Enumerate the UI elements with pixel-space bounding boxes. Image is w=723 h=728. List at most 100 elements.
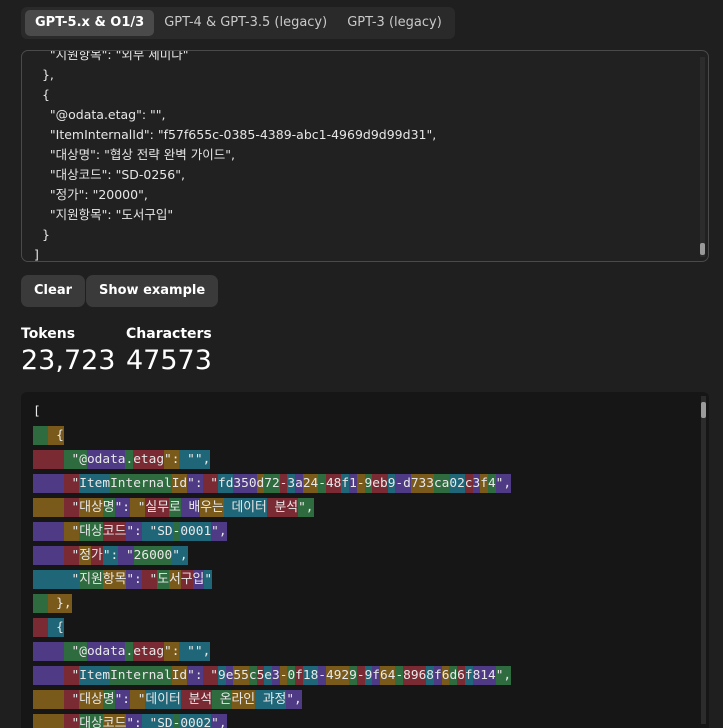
token: 3 [287,474,296,493]
token: - [318,666,327,685]
token: c [248,666,257,685]
token: "@ [63,450,87,469]
token: . [125,642,134,661]
token [33,522,64,541]
token: 9 [364,666,373,685]
token: "", [179,450,211,469]
token: 733 [410,474,434,493]
token: " [118,546,134,565]
token: . [125,450,134,469]
token: 492 [326,666,350,685]
input-scrollbar[interactable] [700,57,705,257]
token [33,618,49,637]
token: odata [86,450,126,469]
token: ", [211,522,227,541]
token [33,642,64,661]
token: fd [217,474,234,493]
token: }, [48,594,72,613]
token: { [48,618,64,637]
token: 정 [79,546,92,565]
token: SD [157,522,173,541]
clear-button[interactable]: Clear [21,275,85,307]
input-text[interactable]: "지원항목": "외부 세미나" }, { "@odata.etag": "",… [34,51,436,261]
token-line: "ItemInternalId": "fd350d72-3a24-48f1-9e… [33,474,512,494]
input-scrollbar-thumb[interactable] [700,243,705,255]
token: " [63,570,80,589]
tokenized-output: [ { "@odata.etag": "", "ItemInternalId":… [21,392,709,728]
token: SD [157,714,173,728]
token: ": [126,522,142,541]
show-example-button[interactable]: Show example [86,275,219,307]
token: " [130,690,146,709]
token: ", [495,474,512,493]
token: a [295,474,303,493]
token: ": [187,666,203,685]
token: 8 [426,666,434,685]
tokenizer-tabs: GPT-5.x & O1/3 GPT-4 & GPT-3.5 (legacy) … [21,7,455,39]
output-scrollbar[interactable] [701,396,706,724]
token: 지원 [79,570,103,589]
token: 18 [302,666,319,685]
token: ", [211,714,227,728]
token-line: "정가": "26000", [33,546,188,566]
output-scrollbar-thumb[interactable] [701,402,706,418]
token: ": [102,546,119,565]
token: c [464,474,473,493]
token: 우는 [200,498,224,517]
token-line: "대상코드": "SD-0001", [33,522,227,542]
token: " [63,690,80,709]
token: ": [126,570,142,589]
token: 9 [349,666,357,685]
token: 72 [264,474,280,493]
token: f [295,666,303,685]
token: 코드 [102,714,127,728]
token: 48 [325,474,342,493]
token: 3 [272,666,280,685]
token: 분석 [266,498,299,517]
token [33,666,64,685]
token-line: "ItemInternalId": "9e55c5e3-0f18-4929-9f… [33,666,512,686]
token: - [356,666,365,685]
token: 구 [180,570,193,589]
token: 896 [403,666,427,685]
token: - [395,666,404,685]
token: 대상 [79,498,103,517]
token: ": [164,642,180,661]
characters-count: 47573 [126,345,212,376]
text-input-area[interactable]: "지원항목": "외부 세미나" }, { "@odata.etag": "",… [21,50,709,262]
token: ": [114,498,130,517]
token: - [318,474,326,493]
token [33,450,64,469]
tab-gpt3-legacy[interactable]: GPT-3 (legacy) [337,10,452,36]
token: 데이터 [223,498,267,517]
token [33,474,64,493]
token: ", [172,546,188,565]
token-line: "대상명": "실무로 배우는 데이터 분석", [33,498,314,518]
token: 1 [349,474,357,493]
characters-label: Characters [126,326,212,342]
token: 대상 [79,714,103,728]
token: " [130,498,146,517]
token-line: "대상명": "데이터 분석 온라인 과정", [33,690,302,710]
token: 9 [217,666,226,685]
tab-gpt4-legacy[interactable]: GPT-4 & GPT-3.5 (legacy) [154,10,337,36]
token: 26000 [133,546,173,565]
token: 대상 [79,690,103,709]
token: odata [86,642,126,661]
token: " [202,474,218,493]
tokens-count: 23,723 [21,345,116,376]
token: 24 [302,474,319,493]
token: 6 [441,666,450,685]
token: 대상 [79,522,103,541]
tab-gpt5[interactable]: GPT-5.x & O1/3 [25,10,155,36]
token: etag [133,450,165,469]
token: ": [114,690,130,709]
token: 3 [472,474,481,493]
token: 입 [192,570,205,589]
token-line: "@odata.etag": "", [33,450,211,470]
token [33,594,49,613]
token-line: "지원항목": "도서구입" [33,570,213,590]
token: f [480,474,488,493]
token: 실무 [145,498,169,517]
token: ": [126,714,142,728]
